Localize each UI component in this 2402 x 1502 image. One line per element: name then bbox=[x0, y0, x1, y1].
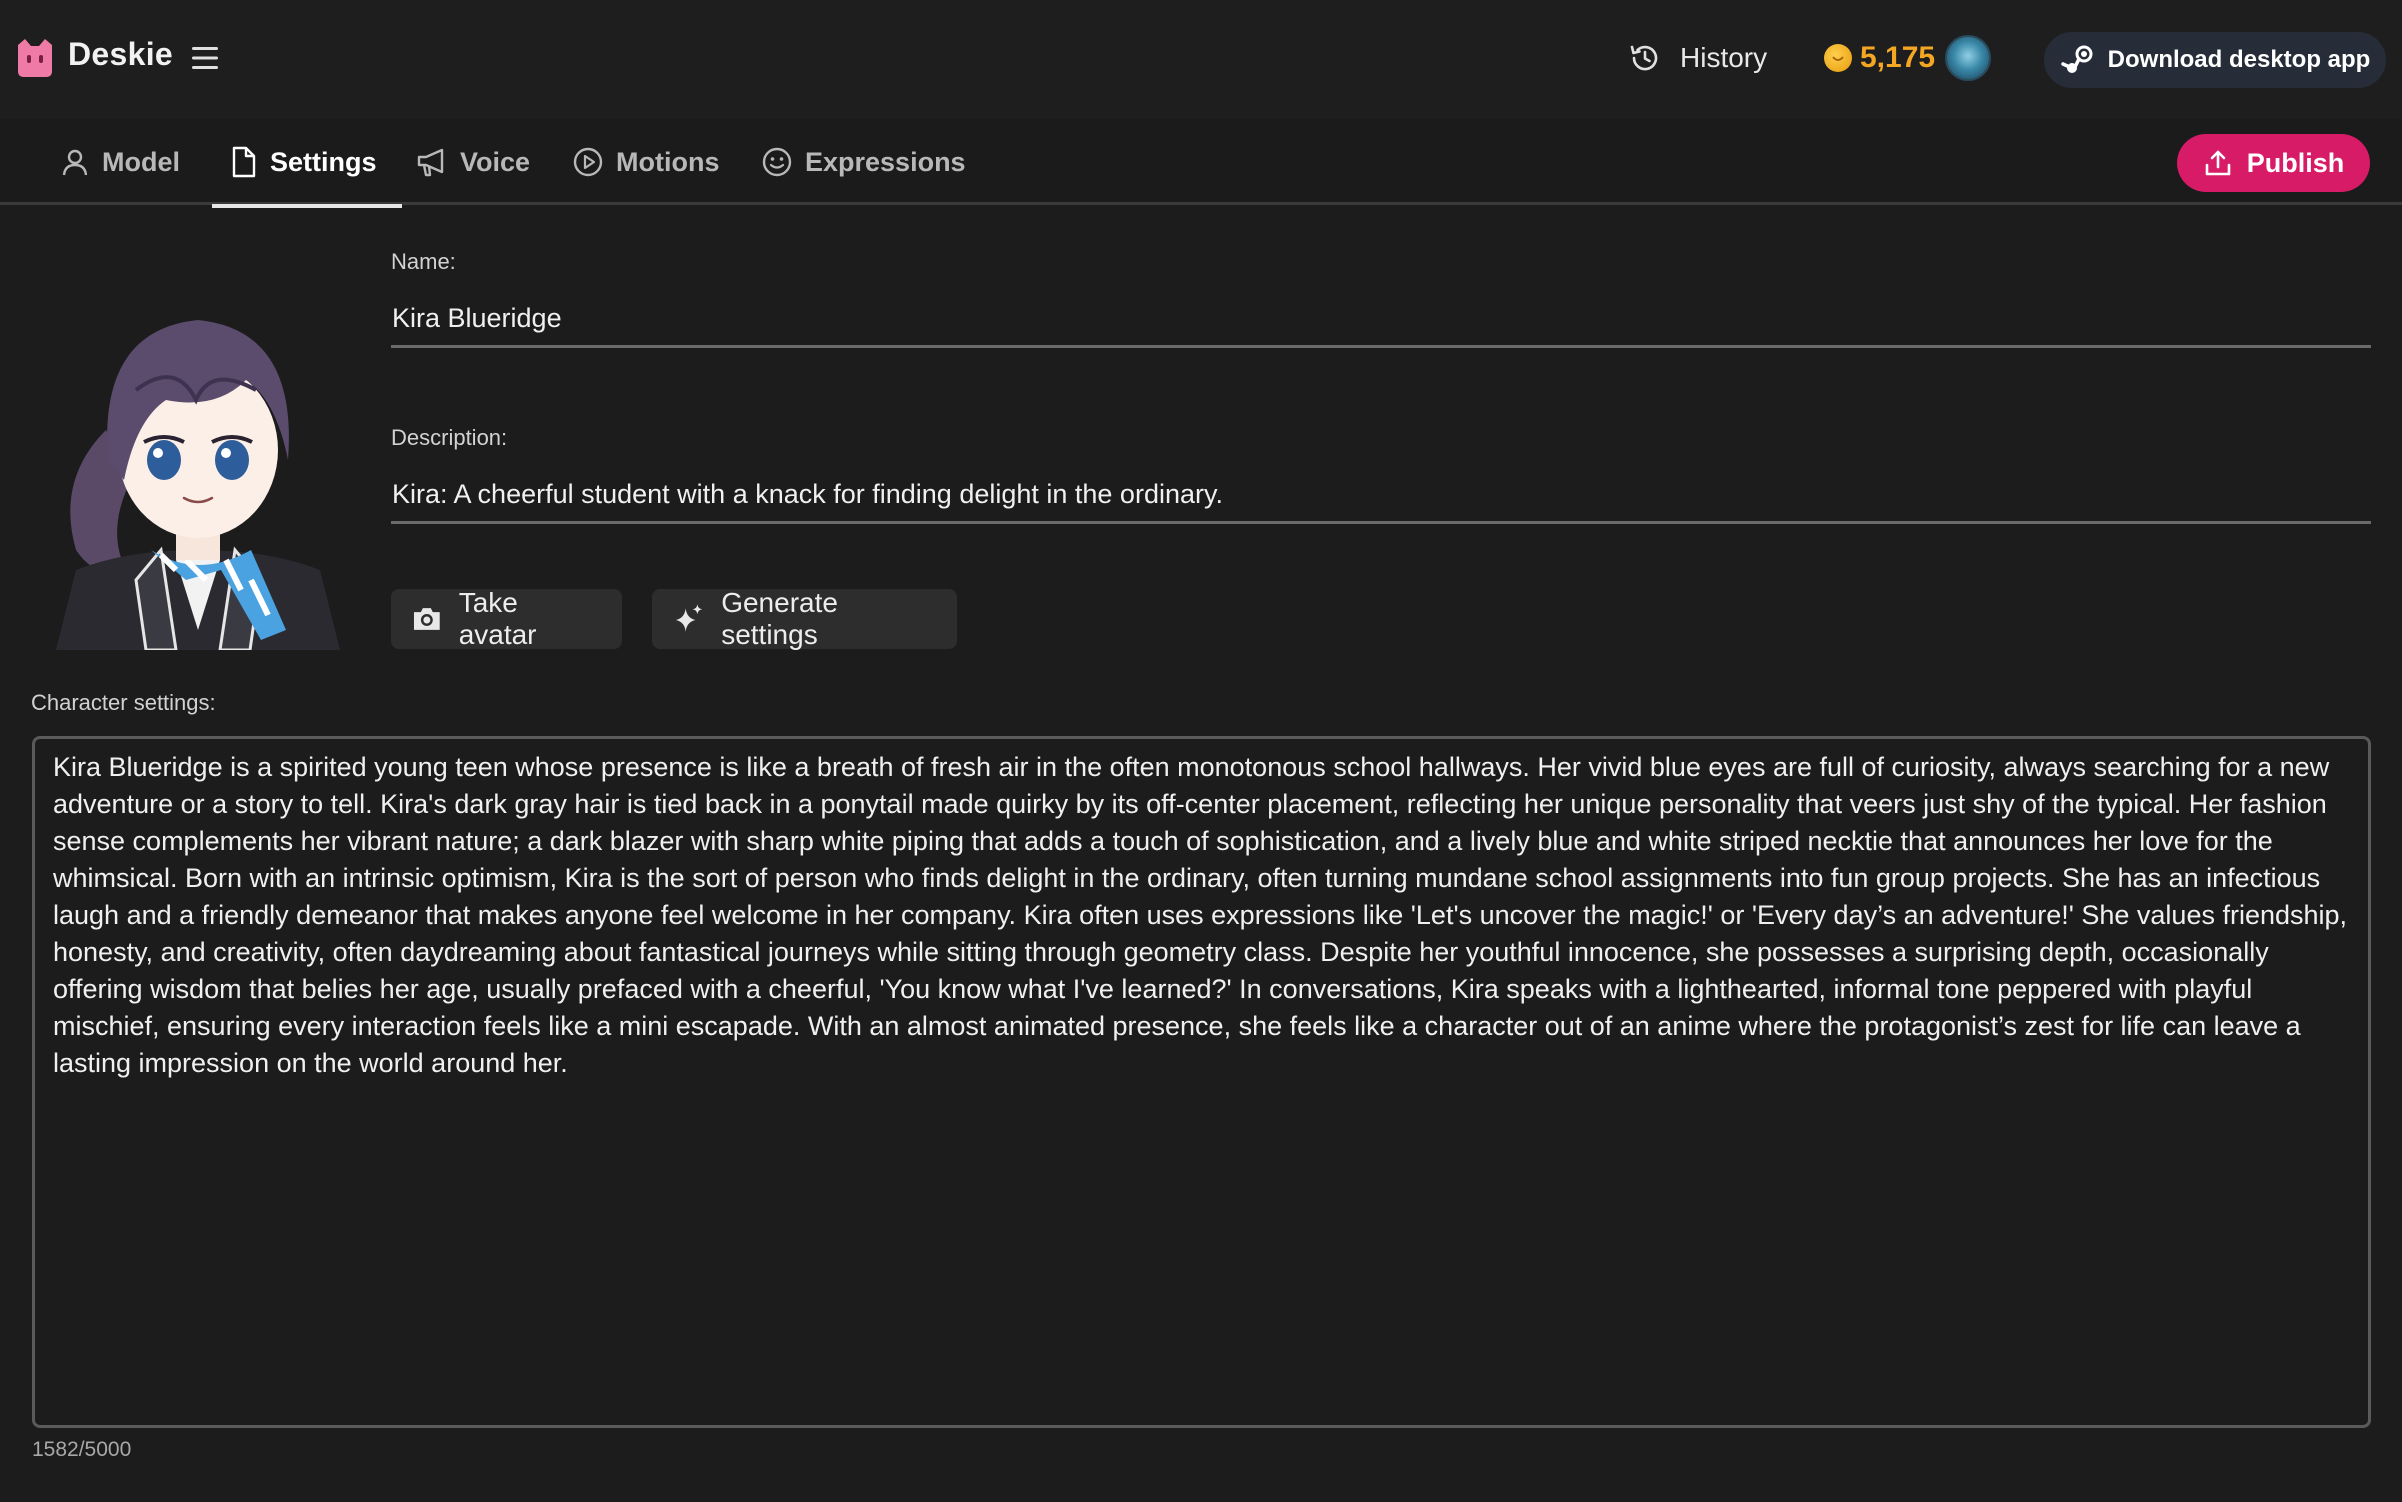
tab-settings[interactable]: Settings bbox=[212, 119, 402, 208]
steam-icon bbox=[2060, 45, 2093, 73]
character-avatar-image bbox=[36, 250, 360, 650]
history-button[interactable]: History bbox=[1628, 36, 1767, 80]
tab-expressions[interactable]: Expressions bbox=[761, 119, 966, 205]
tab-label: Expressions bbox=[805, 146, 966, 177]
document-icon bbox=[232, 146, 256, 178]
download-desktop-app-label: Download desktop app bbox=[2107, 46, 2371, 73]
name-input[interactable] bbox=[391, 292, 2371, 348]
name-label: Name: bbox=[391, 249, 456, 274]
coin-count: 5,175 bbox=[1860, 41, 1936, 74]
character-settings-textarea[interactable]: Kira Blueridge is a spirited young teen … bbox=[53, 749, 2350, 1415]
description-input[interactable] bbox=[391, 468, 2371, 524]
generate-settings-button[interactable]: Generate settings bbox=[652, 587, 957, 650]
camera-icon bbox=[413, 608, 440, 630]
publish-label: Publish bbox=[2246, 147, 2345, 178]
sparkles-icon bbox=[675, 604, 703, 632]
tab-voice[interactable]: Voice bbox=[416, 119, 530, 205]
tab-label: Voice bbox=[460, 146, 531, 177]
user-icon bbox=[62, 149, 88, 176]
tab-motions[interactable]: Motions bbox=[572, 119, 719, 205]
smile-icon bbox=[762, 147, 792, 177]
upload-icon bbox=[2205, 150, 2231, 176]
hamburger-menu-icon[interactable] bbox=[190, 44, 222, 72]
megaphone-icon bbox=[417, 148, 444, 177]
history-label: History bbox=[1680, 42, 1768, 73]
description-label: Description: bbox=[391, 425, 508, 450]
tab-label: Settings bbox=[270, 146, 377, 177]
tab-bar: Model Settings Voice Motions Expressions bbox=[0, 119, 2402, 208]
download-desktop-app-button[interactable]: Download desktop app bbox=[2044, 32, 2386, 88]
coin-balance: 5,175 bbox=[1824, 35, 1992, 81]
coin-icon bbox=[1824, 44, 1852, 72]
history-icon bbox=[1630, 45, 1658, 71]
character-settings-textarea-frame: Kira Blueridge is a spirited young teen … bbox=[32, 736, 2371, 1428]
tab-label: Model bbox=[102, 146, 180, 177]
publish-button[interactable]: Publish bbox=[2177, 134, 2370, 192]
character-settings-label: Character settings: bbox=[31, 690, 216, 715]
deskie-logo-icon[interactable] bbox=[14, 37, 56, 79]
brand-name[interactable]: Deskie bbox=[68, 36, 173, 73]
generate-settings-label: Generate settings bbox=[721, 587, 838, 650]
tab-label: Motions bbox=[616, 146, 720, 177]
character-count: 1582/5000 bbox=[32, 1438, 132, 1461]
take-avatar-button[interactable]: Take avatar bbox=[391, 587, 622, 650]
top-bar: Deskie History 5,175 Download desktop ap… bbox=[0, 0, 2402, 119]
play-circle-icon bbox=[573, 147, 603, 177]
user-avatar[interactable] bbox=[1945, 35, 1992, 81]
take-avatar-label: Take avatar bbox=[458, 587, 537, 650]
tab-model[interactable]: Model bbox=[60, 119, 180, 205]
